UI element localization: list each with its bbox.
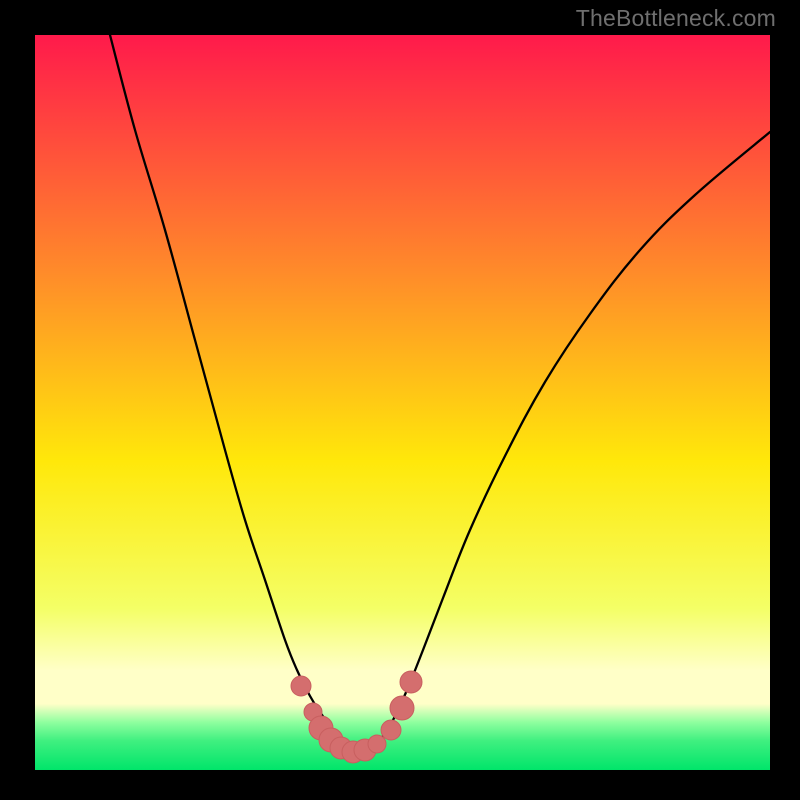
curve-marker [368,735,386,753]
curve-marker [291,676,311,696]
plot-area [35,35,770,770]
plot-svg [35,35,770,770]
chart-stage: TheBottleneck.com [0,0,800,800]
curve-marker [400,671,422,693]
curve-marker [390,696,414,720]
watermark-text: TheBottleneck.com [576,5,776,32]
gradient-background [35,35,770,770]
curve-marker [381,720,401,740]
